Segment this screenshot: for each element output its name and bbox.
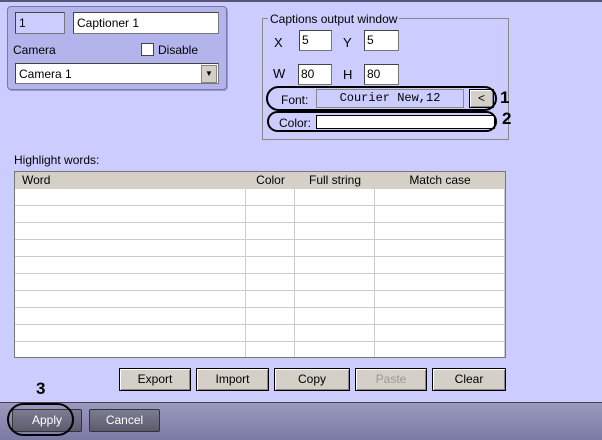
annotation-2: 2 (502, 109, 512, 128)
table-cell[interactable] (246, 291, 295, 307)
clear-button[interactable]: Clear (432, 368, 506, 391)
table-cell[interactable] (246, 240, 295, 256)
table-header: Word Color Full string Match case (15, 172, 505, 189)
table-cell[interactable] (15, 308, 246, 324)
table-cell[interactable] (246, 189, 295, 205)
object-id-field[interactable]: 1 (15, 12, 65, 34)
column-full-string[interactable]: Full string (295, 172, 375, 189)
x-field[interactable]: 5 (299, 30, 332, 51)
camera-select[interactable]: Camera 1 ▼ (15, 63, 219, 84)
w-label: W (273, 66, 286, 81)
table-cell[interactable] (295, 223, 375, 239)
table-cell[interactable] (15, 240, 246, 256)
y-field[interactable]: 5 (364, 30, 399, 51)
annotation-3: 3 (36, 379, 46, 398)
table-cell[interactable] (295, 274, 375, 290)
table-cell[interactable] (375, 325, 505, 341)
table-cell[interactable] (375, 308, 505, 324)
table-cell[interactable] (15, 325, 246, 341)
table-row[interactable] (15, 240, 505, 257)
table-cell[interactable] (246, 274, 295, 290)
table-cell[interactable] (15, 223, 246, 239)
table-row[interactable] (15, 291, 505, 308)
annotation-ellipse-font (266, 86, 497, 111)
annotation-ellipse-apply (7, 403, 74, 436)
highlight-words-label: Highlight words: (14, 153, 100, 167)
table-cell[interactable] (375, 240, 505, 256)
h-field[interactable]: 80 (364, 64, 399, 85)
table-cell[interactable] (246, 308, 295, 324)
table-cell[interactable] (295, 325, 375, 341)
export-button[interactable]: Export (119, 368, 191, 391)
table-row[interactable] (15, 308, 505, 325)
disable-label: Disable (158, 43, 199, 57)
copy-button[interactable]: Copy (274, 368, 350, 391)
table-cell[interactable] (246, 342, 295, 357)
table-cell[interactable] (246, 223, 295, 239)
table-row[interactable] (15, 342, 505, 357)
table-cell[interactable] (295, 308, 375, 324)
table-cell[interactable] (375, 291, 505, 307)
table-cell[interactable] (375, 206, 505, 222)
table-cell[interactable] (15, 274, 246, 290)
table-row[interactable] (15, 325, 505, 342)
table-cell[interactable] (15, 189, 246, 205)
table-row[interactable] (15, 189, 505, 206)
w-field[interactable]: 80 (298, 64, 332, 85)
table-cell[interactable] (375, 189, 505, 205)
object-name-field[interactable]: Captioner 1 (73, 12, 219, 34)
column-color[interactable]: Color (246, 172, 295, 189)
table-cell[interactable] (295, 342, 375, 357)
annotation-1: 1 (500, 88, 510, 107)
table-cell[interactable] (15, 257, 246, 273)
h-label: H (343, 67, 353, 82)
x-label: X (274, 35, 283, 50)
camera-label: Camera (13, 43, 56, 57)
table-cell[interactable] (375, 342, 505, 357)
table-cell[interactable] (295, 291, 375, 307)
cancel-button[interactable]: Cancel (89, 409, 160, 432)
table-cell[interactable] (246, 257, 295, 273)
camera-value: Camera 1 (19, 67, 72, 81)
chevron-down-icon[interactable]: ▼ (201, 65, 217, 83)
table-cell[interactable] (15, 342, 246, 357)
annotation-ellipse-color (267, 111, 497, 132)
table-row[interactable] (15, 206, 505, 223)
table-row[interactable] (15, 274, 505, 291)
table-cell[interactable] (246, 206, 295, 222)
highlight-words-table: Word Color Full string Match case (14, 171, 506, 358)
table-cell[interactable] (295, 189, 375, 205)
column-match-case[interactable]: Match case (375, 172, 505, 189)
table-body (15, 189, 505, 357)
top-border (0, 0, 602, 2)
table-cell[interactable] (246, 325, 295, 341)
import-button[interactable]: Import (196, 368, 269, 391)
paste-button[interactable]: Paste (355, 368, 427, 391)
disable-checkbox[interactable] (141, 43, 154, 56)
table-cell[interactable] (15, 206, 246, 222)
table-cell[interactable] (375, 223, 505, 239)
table-cell[interactable] (295, 240, 375, 256)
table-cell[interactable] (295, 257, 375, 273)
captions-group-title: Captions output window (268, 12, 400, 26)
table-cell[interactable] (375, 257, 505, 273)
table-row[interactable] (15, 223, 505, 240)
column-word[interactable]: Word (15, 172, 246, 189)
table-cell[interactable] (375, 274, 505, 290)
y-label: Y (343, 35, 352, 50)
table-cell[interactable] (15, 291, 246, 307)
table-row[interactable] (15, 257, 505, 274)
table-cell[interactable] (295, 206, 375, 222)
